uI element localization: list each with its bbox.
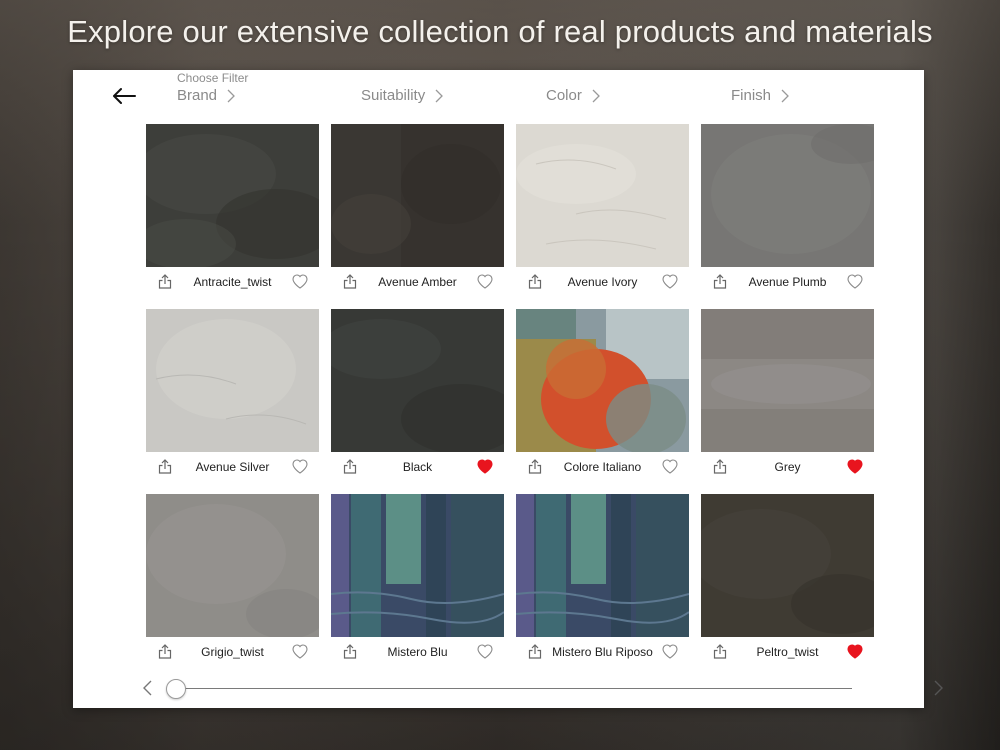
material-card[interactable]: Avenue Silver: [146, 309, 319, 481]
material-name: Antracite_twist: [193, 274, 272, 289]
material-card-footer: Antracite_twist: [146, 267, 319, 296]
material-name: Black: [402, 459, 433, 474]
material-swatch-image[interactable]: [331, 309, 504, 452]
share-icon[interactable]: [528, 459, 542, 474]
material-name: Grigio_twist: [201, 644, 264, 659]
material-swatch-image[interactable]: [516, 124, 689, 267]
material-name: Avenue Plumb: [748, 274, 827, 289]
share-icon[interactable]: [713, 644, 727, 659]
material-card-footer: Avenue Amber: [331, 267, 504, 296]
material-swatch-image[interactable]: [701, 494, 874, 637]
heart-filled-icon[interactable]: [847, 644, 863, 659]
material-swatch-image[interactable]: [146, 124, 319, 267]
choose-filter-label: Choose Filter: [177, 71, 249, 85]
heart-outline-icon[interactable]: [662, 644, 678, 659]
material-card[interactable]: Avenue Amber: [331, 124, 504, 296]
share-icon[interactable]: [158, 274, 172, 289]
page-headline: Explore our extensive collection of real…: [67, 14, 933, 49]
material-card-footer: Colore Italiano: [516, 452, 689, 481]
slider-thumb[interactable]: [166, 679, 186, 699]
material-card-footer: Peltro_twist: [701, 637, 874, 666]
heart-outline-icon[interactable]: [662, 274, 678, 289]
filter-finish-label: Finish: [731, 87, 772, 104]
share-icon[interactable]: [713, 274, 727, 289]
material-name: Mistero Blu Riposo: [552, 644, 653, 659]
back-arrow-icon[interactable]: [108, 84, 138, 108]
material-name: Grey: [774, 459, 801, 474]
filter-bar: Choose Filter Brand Suitability Color Fi…: [73, 70, 924, 120]
materials-panel: Choose Filter Brand Suitability Color Fi…: [73, 70, 943, 708]
material-swatch-image[interactable]: [701, 124, 874, 267]
heart-filled-icon[interactable]: [847, 459, 863, 474]
share-icon[interactable]: [158, 644, 172, 659]
filter-finish[interactable]: Finish: [731, 87, 789, 104]
material-card[interactable]: Antracite_twist: [146, 124, 319, 296]
chevron-right-icon: [781, 89, 789, 102]
material-card-footer: Avenue Plumb: [701, 267, 874, 296]
heart-outline-icon[interactable]: [292, 459, 308, 474]
material-swatch-image[interactable]: [331, 494, 504, 637]
material-swatch-image[interactable]: [516, 309, 689, 452]
material-swatch-image[interactable]: [701, 309, 874, 452]
material-name: Avenue Silver: [195, 459, 270, 474]
share-icon[interactable]: [528, 644, 542, 659]
heart-outline-icon[interactable]: [477, 644, 493, 659]
filter-color-label: Color: [546, 87, 582, 104]
heart-outline-icon[interactable]: [662, 459, 678, 474]
material-name: Mistero Blu: [387, 644, 448, 659]
filter-brand-label: Brand: [177, 87, 218, 104]
material-name: Peltro_twist: [756, 644, 819, 659]
chevron-left-icon[interactable]: [142, 680, 154, 696]
material-name: Avenue Amber: [378, 274, 457, 289]
material-card[interactable]: Mistero Blu Riposo: [516, 494, 689, 666]
material-card-footer: Black: [331, 452, 504, 481]
chevron-right-icon: [227, 89, 235, 102]
material-card-footer: Grigio_twist: [146, 637, 319, 666]
material-card[interactable]: Avenue Ivory: [516, 124, 689, 296]
material-card-footer: Avenue Ivory: [516, 267, 689, 296]
materials-grid: Antracite_twist Avenue Amber Avenue Ivory A…: [146, 124, 874, 666]
material-swatch-image[interactable]: [516, 494, 689, 637]
material-name: Avenue Ivory: [567, 274, 638, 289]
material-card-footer: Avenue Silver: [146, 452, 319, 481]
material-swatch-image[interactable]: [146, 309, 319, 452]
filter-brand[interactable]: Brand: [177, 87, 235, 104]
share-icon[interactable]: [343, 644, 357, 659]
share-icon[interactable]: [158, 459, 172, 474]
share-icon[interactable]: [343, 274, 357, 289]
filter-suitability[interactable]: Suitability: [361, 87, 444, 104]
material-card[interactable]: Mistero Blu: [331, 494, 504, 666]
material-card-footer: Mistero Blu: [331, 637, 504, 666]
heart-outline-icon[interactable]: [847, 274, 863, 289]
heart-outline-icon[interactable]: [477, 274, 493, 289]
filter-suitability-label: Suitability: [361, 87, 426, 104]
material-card[interactable]: Black: [331, 309, 504, 481]
heart-filled-icon[interactable]: [477, 459, 493, 474]
chevron-right-icon[interactable]: [932, 680, 944, 696]
material-swatch-image[interactable]: [146, 494, 319, 637]
carousel-slider: [143, 676, 943, 700]
material-name: Colore Italiano: [563, 459, 642, 474]
material-card[interactable]: Avenue Plumb: [701, 124, 874, 296]
share-icon[interactable]: [528, 274, 542, 289]
heart-outline-icon[interactable]: [292, 644, 308, 659]
share-icon[interactable]: [713, 459, 727, 474]
material-card-footer: Mistero Blu Riposo: [516, 637, 689, 666]
heart-outline-icon[interactable]: [292, 274, 308, 289]
material-card[interactable]: Peltro_twist: [701, 494, 874, 666]
filter-color[interactable]: Color: [546, 87, 600, 104]
share-icon[interactable]: [343, 459, 357, 474]
material-swatch-image[interactable]: [331, 124, 504, 267]
material-card[interactable]: Grigio_twist: [146, 494, 319, 666]
chevron-right-icon: [435, 89, 444, 102]
slider-track[interactable]: [173, 688, 852, 689]
chevron-right-icon: [592, 89, 600, 102]
material-card-footer: Grey: [701, 452, 874, 481]
material-card[interactable]: Colore Italiano: [516, 309, 689, 481]
material-card[interactable]: Grey: [701, 309, 874, 481]
